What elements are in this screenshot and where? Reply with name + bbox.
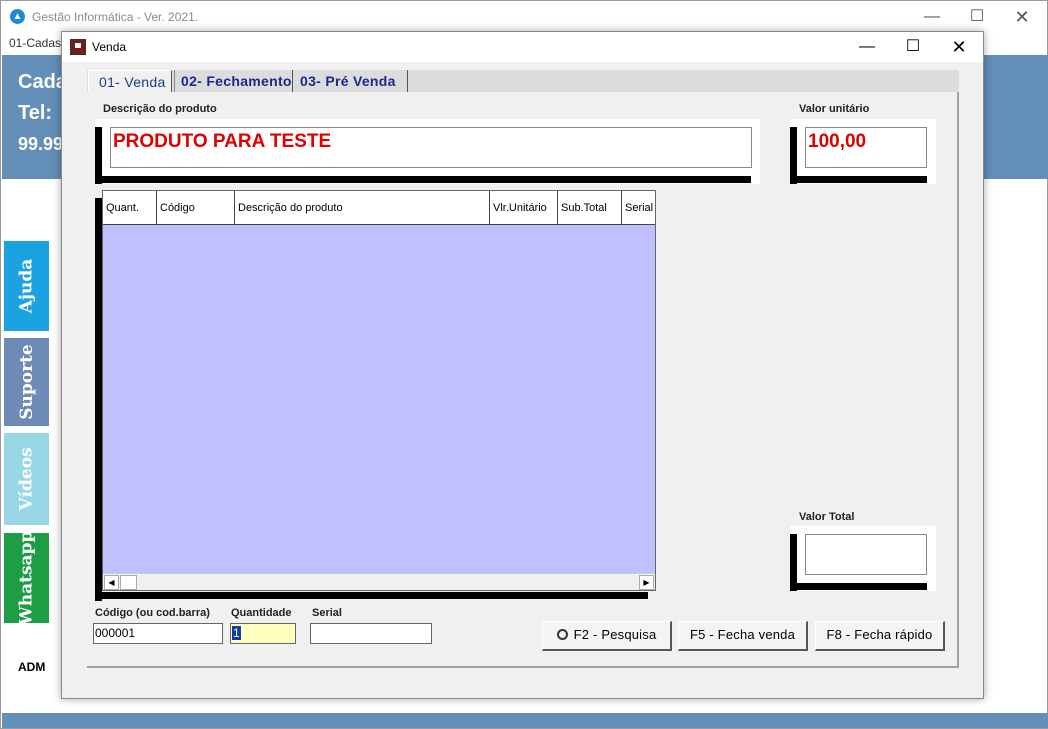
tab-strip: 01- Venda 02- Fechamento 03- Pré Venda — [87, 70, 959, 94]
column-header-subtotal[interactable]: Sub.Total — [558, 191, 622, 224]
venda-title: Venda — [92, 40, 127, 54]
valor-unitario-display: 100,00 — [805, 127, 927, 168]
grid-shadow-left — [95, 198, 102, 601]
serial-input[interactable] — [310, 623, 432, 644]
suporte-label: Suporte — [16, 344, 37, 420]
descricao-panel: PRODUTO PARA TESTE — [95, 119, 760, 184]
pesquisa-button[interactable]: F2 - Pesquisa — [542, 621, 672, 651]
main-titlebar: ▲ Gestão Informática - Ver. 2021. — ☐ ✕ — [1, 1, 1047, 33]
valor-unitario-label: Valor unitário — [799, 103, 870, 115]
valor-unitario-shadow-bottom — [790, 176, 927, 183]
footer-band — [2, 713, 1048, 728]
quantidade-value: 1 — [232, 626, 241, 640]
fecha-rapido-button[interactable]: F8 - Fecha rápido — [815, 621, 945, 651]
items-grid[interactable]: Quant. Código Descrição do produto Vlr.U… — [102, 190, 656, 591]
venda-app-icon — [70, 39, 86, 55]
codigo-label: Código (ou cod.barra) — [95, 607, 210, 619]
app-logo-icon: ▲ — [10, 9, 25, 24]
venda-maximize-icon[interactable]: ☐ — [890, 33, 936, 61]
valor-total-label: Valor Total — [799, 511, 855, 523]
valor-total-display — [805, 534, 927, 575]
videos-label: Vídeos — [16, 447, 37, 511]
quantidade-label: Quantidade — [231, 607, 292, 619]
ajuda-button[interactable]: Ajuda — [4, 241, 49, 331]
main-window-title: Gestão Informática - Ver. 2021. — [32, 10, 199, 24]
valor-unitario-panel: 100,00 — [790, 119, 936, 184]
venda-minimize-icon[interactable]: — — [844, 33, 890, 61]
column-header-vlr-unitario[interactable]: Vlr.Unitário — [490, 191, 558, 224]
close-icon[interactable]: ✕ — [999, 3, 1045, 31]
grid-header: Quant. Código Descrição do produto Vlr.U… — [103, 191, 655, 225]
valor-total-shadow-bottom — [790, 583, 927, 590]
descricao-shadow-bottom — [95, 176, 751, 183]
column-header-descricao[interactable]: Descrição do produto — [235, 191, 490, 224]
venda-close-icon[interactable]: ✕ — [936, 33, 982, 61]
venda-titlebar: Venda — ☐ ✕ — [62, 32, 983, 62]
videos-button[interactable]: Vídeos — [4, 433, 49, 525]
suporte-button[interactable]: Suporte — [4, 338, 49, 426]
pesquisa-button-label: F2 - Pesquisa — [573, 627, 657, 642]
tab-fechamento[interactable]: 02- Fechamento — [174, 70, 293, 92]
fecha-venda-button[interactable]: F5 - Fecha venda — [678, 621, 808, 651]
valor-total-panel — [790, 526, 936, 591]
venda-dialog: Venda — ☐ ✕ 01- Venda 02- Fechamento 03-… — [61, 31, 984, 699]
user-label: ADM — [18, 660, 46, 674]
search-icon — [556, 629, 568, 640]
column-header-codigo[interactable]: Código — [157, 191, 235, 224]
whatsapp-button[interactable]: Whatsapp — [4, 530, 49, 626]
ajuda-label: Ajuda — [16, 258, 37, 314]
minimize-icon[interactable]: — — [909, 3, 955, 31]
serial-label: Serial — [312, 607, 342, 619]
scroll-left-icon[interactable]: ◀ — [104, 575, 119, 590]
grid-shadow-bottom — [95, 592, 648, 599]
maximize-icon[interactable]: ☐ — [954, 3, 1000, 31]
grid-horizontal-scrollbar[interactable]: ◀ ▶ — [103, 573, 655, 590]
column-header-serial[interactable]: Serial — [622, 191, 655, 224]
codigo-input[interactable]: 000001 — [93, 623, 223, 644]
descricao-display: PRODUTO PARA TESTE — [110, 127, 752, 168]
whatsapp-label: Whatsapp — [16, 530, 37, 626]
scroll-thumb[interactable] — [120, 575, 137, 590]
quantidade-input[interactable]: 1 — [230, 623, 296, 644]
tab-pre-venda[interactable]: 03- Pré Venda — [294, 70, 408, 92]
tab-venda[interactable]: 01- Venda — [88, 70, 172, 94]
column-header-quant[interactable]: Quant. — [103, 191, 157, 224]
scroll-right-icon[interactable]: ▶ — [639, 575, 654, 590]
descricao-label: Descrição do produto — [103, 103, 217, 115]
